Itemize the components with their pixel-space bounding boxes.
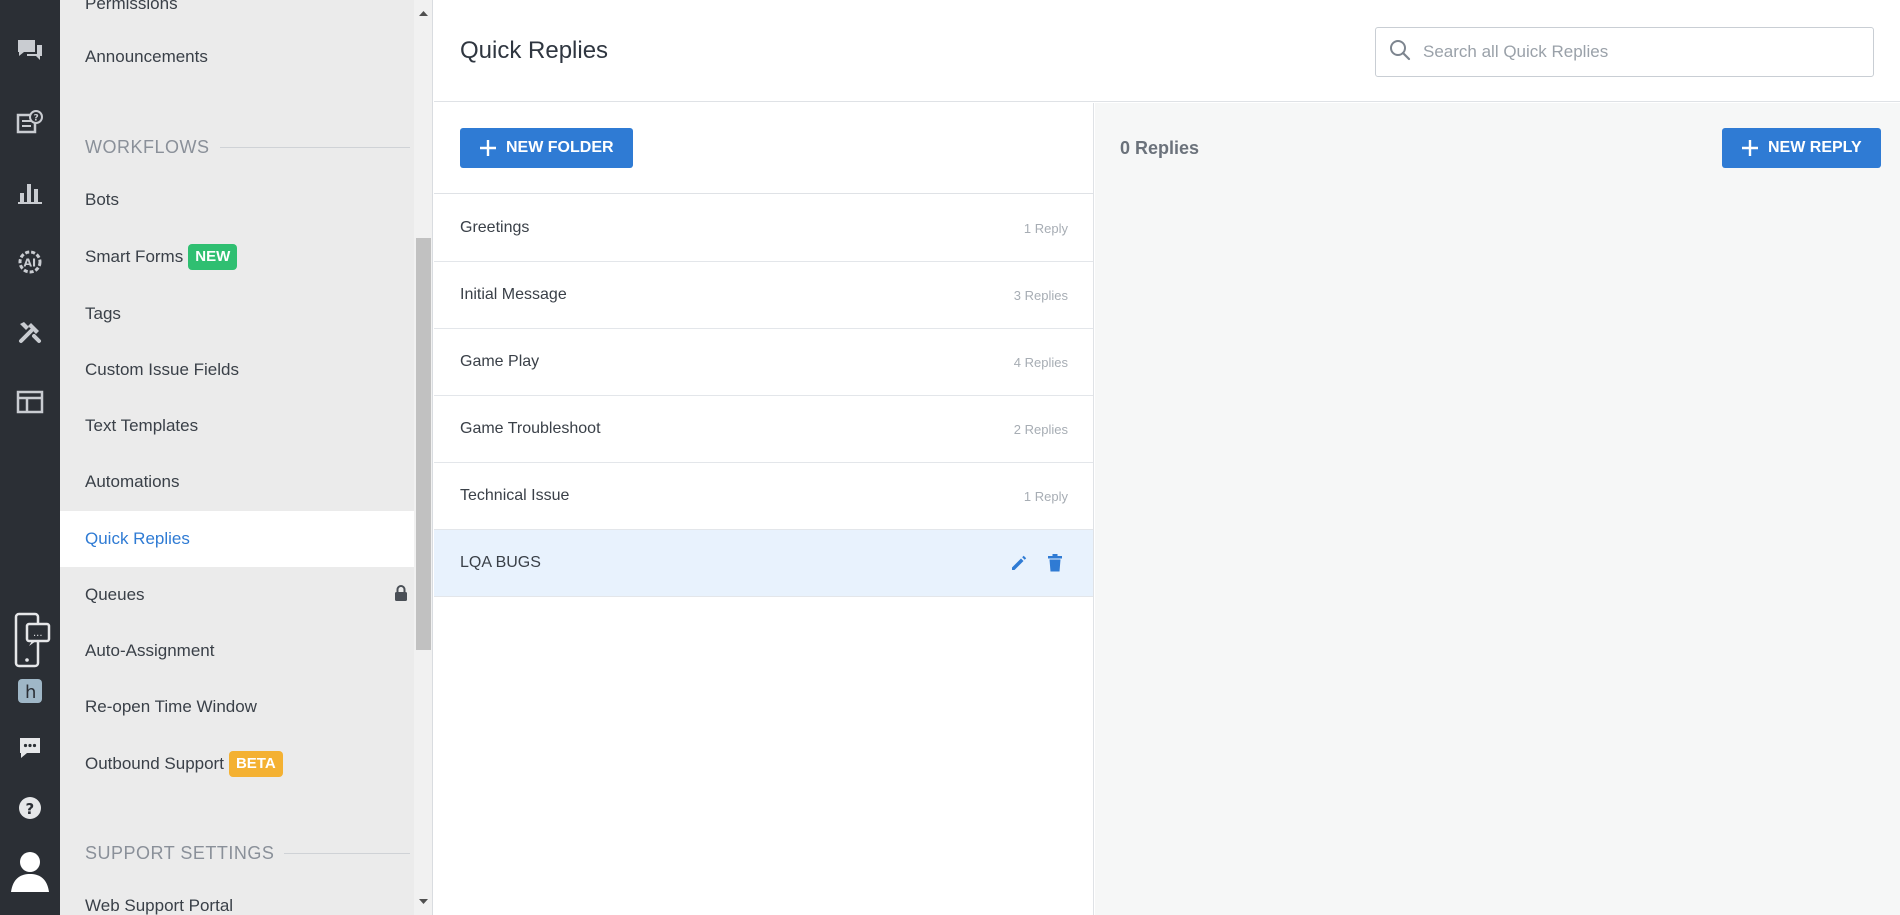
- new-reply-label: NEW REPLY: [1768, 139, 1862, 156]
- scroll-up-arrow-icon[interactable]: [418, 8, 429, 19]
- sidebar-item-label: Bots: [85, 190, 120, 209]
- sidebar-item-label: Permissions: [85, 0, 178, 13]
- sidebar-item-label: Automations: [85, 472, 180, 491]
- sidebar-scrollbar[interactable]: [414, 0, 433, 915]
- search-input[interactable]: [1423, 42, 1863, 62]
- sidebar-item-text-templates[interactable]: Text Templates: [60, 398, 414, 454]
- svg-text:...: ...: [33, 628, 43, 639]
- replies-pane: 0 Replies NEW REPLY: [1095, 103, 1900, 915]
- sidebar-item-auto-assignment[interactable]: Auto-Assignment: [60, 623, 414, 679]
- sidebar-item-label: Announcements: [85, 47, 208, 66]
- folder-row-initial-message[interactable]: Initial Message 3 Replies: [434, 262, 1093, 329]
- section-divider: [219, 146, 410, 148]
- sidebar-item-label: Queues: [85, 585, 145, 604]
- mobile-chat-icon[interactable]: ...: [0, 612, 60, 668]
- sidebar-item-queues[interactable]: Queues: [60, 567, 414, 623]
- folder-row-greetings[interactable]: Greetings 1 Reply: [434, 195, 1093, 262]
- new-badge: NEW: [188, 244, 238, 270]
- sidebar-item-label: Quick Replies: [85, 529, 190, 548]
- profile-avatar-icon[interactable]: [0, 845, 60, 895]
- section-divider: [284, 852, 410, 854]
- sidebar-item-tags[interactable]: Tags: [60, 286, 414, 342]
- scroll-down-arrow-icon[interactable]: [418, 896, 429, 907]
- folder-row-game-play[interactable]: Game Play 4 Replies: [434, 329, 1093, 396]
- new-reply-button[interactable]: NEW REPLY: [1722, 128, 1881, 168]
- folder-reply-count: 4 Replies: [1013, 354, 1068, 370]
- new-folder-button[interactable]: NEW FOLDER: [460, 128, 633, 168]
- folder-name: Game Troubleshoot: [460, 420, 601, 437]
- svg-text:AI: AI: [24, 257, 37, 270]
- plus-icon: [1742, 140, 1758, 156]
- sidebar-item-reopen-time-window[interactable]: Re-open Time Window: [60, 679, 414, 735]
- sidebar-item-web-support-portal[interactable]: Web Support Portal: [60, 878, 414, 915]
- beta-badge: BETA: [228, 751, 283, 777]
- help-articles-icon[interactable]: ?: [0, 100, 60, 144]
- folder-row-lqa-bugs[interactable]: LQA BUGS: [434, 530, 1093, 597]
- support-settings-section-heading: SUPPORT SETTINGS: [85, 840, 410, 866]
- sidebar-item-label: Text Templates: [85, 416, 199, 435]
- sidebar-item-label: Re-open Time Window: [85, 697, 257, 716]
- folder-name: Game Play: [460, 353, 540, 370]
- replies-count: 0 Replies: [1120, 138, 1200, 158]
- folder-row-game-troubleshoot[interactable]: Game Troubleshoot 2 Replies: [434, 396, 1093, 463]
- search-icon: [1389, 39, 1411, 66]
- pencil-icon: [1012, 555, 1027, 570]
- folder-name: Initial Message: [460, 286, 567, 303]
- folder-name: LQA BUGS: [460, 554, 541, 571]
- lock-icon: [394, 584, 408, 606]
- folder-reply-count: 3 Replies: [1013, 287, 1068, 303]
- chat-icon[interactable]: [0, 726, 60, 770]
- sidebar-item-custom-issue-fields[interactable]: Custom Issue Fields: [60, 342, 414, 398]
- analytics-icon[interactable]: [0, 170, 60, 214]
- svg-text:?: ?: [26, 800, 35, 818]
- app-nav-rail: ? AI ... h ?: [0, 0, 60, 915]
- svg-text:h: h: [25, 682, 36, 703]
- sidebar-item-announcements[interactable]: Announcements: [60, 29, 414, 85]
- folder-name: Greetings: [460, 219, 530, 236]
- sidebar-item-label: Auto-Assignment: [85, 641, 215, 660]
- trash-icon: [1048, 554, 1062, 572]
- help-icon[interactable]: ?: [0, 786, 60, 830]
- folders-pane: NEW FOLDER Greetings 1 Reply Initial Mes…: [434, 103, 1094, 915]
- sidebar-item-label: Outbound Support: [85, 754, 224, 773]
- helpshift-logo-icon[interactable]: h: [0, 676, 60, 706]
- folder-toolbar: NEW FOLDER: [434, 103, 1093, 194]
- svg-text:?: ?: [34, 114, 39, 124]
- edit-folder-button[interactable]: [1006, 550, 1032, 576]
- sidebar-item-outbound-support[interactable]: Outbound Support BETA: [60, 736, 414, 792]
- folder-name: Technical Issue: [460, 487, 570, 504]
- search-box[interactable]: [1375, 27, 1874, 77]
- ai-icon[interactable]: AI: [0, 240, 60, 284]
- sidebar-item-label: Tags: [85, 304, 121, 323]
- page-header: Quick Replies: [434, 0, 1900, 102]
- sidebar-item-bots[interactable]: Bots: [60, 172, 414, 228]
- settings-tools-icon[interactable]: [0, 310, 60, 354]
- section-heading-label: SUPPORT SETTINGS: [85, 842, 275, 863]
- folder-reply-count: 1 Reply: [1023, 488, 1068, 504]
- sidebar-item-automations[interactable]: Automations: [60, 454, 414, 510]
- sidebar-item-label: Web Support Portal: [85, 896, 234, 915]
- scrollbar-thumb[interactable]: [416, 238, 431, 650]
- delete-folder-button[interactable]: [1042, 550, 1068, 576]
- section-heading-label: WORKFLOWS: [85, 136, 210, 157]
- new-folder-label: NEW FOLDER: [506, 139, 614, 156]
- plus-icon: [480, 140, 496, 156]
- layout-icon[interactable]: [0, 380, 60, 424]
- sidebar-item-smart-forms[interactable]: Smart Forms NEW: [60, 229, 414, 285]
- sidebar-item-label: Custom Issue Fields: [85, 360, 239, 379]
- folder-row-technical-issue[interactable]: Technical Issue 1 Reply: [434, 463, 1093, 530]
- sidebar-item-permissions[interactable]: Permissions: [60, 0, 414, 32]
- sidebar-item-quick-replies[interactable]: Quick Replies: [60, 511, 414, 567]
- conversations-icon[interactable]: [0, 29, 60, 73]
- settings-sidebar: Permissions Announcements WORKFLOWS Bots…: [60, 0, 414, 915]
- page-title: Quick Replies: [460, 37, 609, 64]
- folder-reply-count: 1 Reply: [1023, 220, 1068, 236]
- folder-reply-count: 2 Replies: [1013, 421, 1068, 437]
- sidebar-item-label: Smart Forms: [85, 247, 184, 266]
- workflows-section-heading: WORKFLOWS: [85, 134, 410, 160]
